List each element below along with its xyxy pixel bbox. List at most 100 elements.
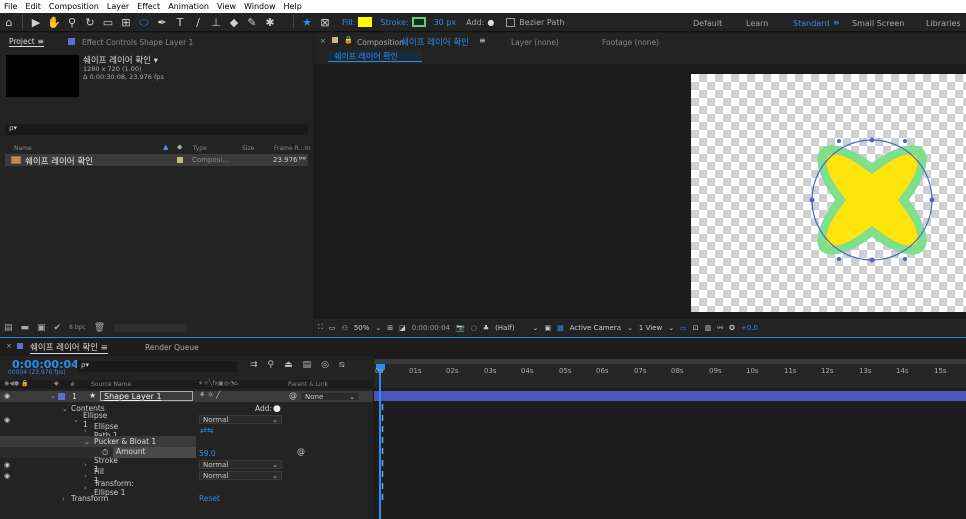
- av-switches-icons[interactable]: ◉◀● 🔒: [4, 380, 28, 387]
- fill-swatch[interactable]: [358, 17, 373, 27]
- expression-pickwhip-icon[interactable]: @: [297, 447, 305, 456]
- add-circle-icon[interactable]: ●: [487, 18, 494, 27]
- eye-icon[interactable]: ◉: [4, 392, 10, 400]
- expand-chevron-icon[interactable]: ⌄: [62, 405, 68, 413]
- parent-pickwhip-icon[interactable]: @: [289, 391, 297, 400]
- 3d-renderer-icon[interactable]: ⊡: [693, 324, 699, 332]
- draft-3d-icon[interactable]: ⚲: [268, 360, 275, 370]
- pan-behind-tool-icon[interactable]: ⊞: [117, 13, 135, 32]
- motion-blur-icon[interactable]: ◎: [321, 360, 329, 370]
- stroke-width-value[interactable]: 30 px: [434, 18, 457, 27]
- workspace-small-screen[interactable]: Small Screen: [852, 19, 904, 28]
- pen-tool-icon[interactable]: ✒: [153, 13, 171, 32]
- zoom-tool-icon[interactable]: ⚲: [63, 13, 81, 32]
- comp-mini-flowchart-icon[interactable]: ⇉: [250, 360, 258, 370]
- eye-icon[interactable]: ◉: [4, 416, 10, 424]
- composition-tab-label[interactable]: Composition: [357, 38, 404, 47]
- chevron-down-icon[interactable]: ⌄: [375, 324, 381, 332]
- fill-blend-mode-select[interactable]: Normal ⌄: [199, 471, 282, 480]
- workspace-menu-icon[interactable]: ≡: [833, 18, 840, 27]
- resolution-select[interactable]: (Half): [495, 324, 514, 332]
- expand-chevron-icon[interactable]: ›: [84, 472, 87, 480]
- workspace-learn[interactable]: Learn: [746, 19, 768, 28]
- expand-chevron-icon[interactable]: ⌄: [73, 416, 79, 424]
- close-timeline-tab-icon[interactable]: ×: [6, 342, 12, 350]
- keyframe-marker[interactable]: I: [381, 447, 384, 456]
- amount-value[interactable]: 59.0: [199, 449, 216, 458]
- stroke-swatch[interactable]: [411, 17, 426, 27]
- bezier-checkbox[interactable]: [506, 17, 516, 27]
- mask-visibility-icon[interactable]: ⚇: [342, 324, 348, 332]
- ellipse-blend-mode-select[interactable]: Normal ⌄: [199, 415, 282, 424]
- timeline-graph[interactable]: [374, 356, 966, 519]
- flowchart-icon[interactable]: ⚯: [299, 154, 306, 163]
- show-snapshot-icon[interactable]: ◌: [471, 324, 477, 332]
- col-type[interactable]: Type: [193, 145, 207, 152]
- reset-link[interactable]: Reset: [199, 494, 220, 503]
- chevron-down-icon[interactable]: ⌄: [668, 324, 674, 332]
- layer-duration-bar[interactable]: [374, 391, 966, 401]
- camera-tool-icon[interactable]: ▭: [99, 13, 117, 32]
- keyframe-marker[interactable]: I: [381, 459, 384, 468]
- color-channel-icon[interactable]: ♣: [483, 324, 489, 332]
- thumbnail-size-slider[interactable]: [113, 323, 189, 332]
- col-size[interactable]: Size: [242, 145, 254, 152]
- reset-exposure-icon[interactable]: ✪: [729, 324, 735, 332]
- timeline-icon[interactable]: ▥: [705, 324, 712, 332]
- expand-chevron-icon[interactable]: ⌄: [50, 392, 56, 400]
- eye-icon[interactable]: ◉: [4, 461, 10, 469]
- timeline-tab[interactable]: 쉐이프 레이어 확인 ≡: [30, 341, 108, 354]
- col-in[interactable]: In: [305, 145, 311, 152]
- chevron-down-icon[interactable]: ⌄: [533, 324, 539, 332]
- switches-header-icons[interactable]: ⚘☼╲fx▣◎◔⌂: [198, 380, 238, 387]
- new-comp-icon[interactable]: ▣: [37, 323, 46, 333]
- menu-view[interactable]: View: [217, 2, 236, 11]
- expand-chevron-icon[interactable]: ›: [84, 427, 87, 435]
- always-preview-icon[interactable]: ⛶: [318, 323, 323, 332]
- label-tag-icon[interactable]: ◆: [177, 143, 182, 151]
- menu-window[interactable]: Window: [244, 2, 276, 11]
- keyframe-marker[interactable]: I: [381, 436, 384, 445]
- chevron-down-icon[interactable]: ⌄: [627, 324, 633, 332]
- layer-row[interactable]: ◉ ⌄ 1 ★ Shape Layer 1 ⚘ ☼ ╱ @ None ⌄: [0, 391, 373, 402]
- stroke-label[interactable]: Stroke:: [380, 18, 408, 27]
- exposure-value[interactable]: +0.0: [741, 324, 758, 332]
- type-tool-icon[interactable]: T: [171, 13, 189, 32]
- render-queue-tab[interactable]: Render Queue: [145, 343, 199, 352]
- toggle-pixel-aspect-icon[interactable]: ▭: [680, 324, 687, 332]
- eye-icon[interactable]: ◉: [4, 472, 10, 480]
- add-circle-icon[interactable]: ●: [273, 404, 281, 414]
- sort-up-icon[interactable]: ▲: [163, 143, 168, 151]
- comp-viewer-canvas[interactable]: [691, 74, 966, 312]
- expand-chevron-icon[interactable]: ›: [62, 495, 65, 503]
- close-tab-icon[interactable]: ×: [320, 37, 326, 45]
- adjust-icon[interactable]: ✔: [54, 323, 62, 333]
- snapping-icon[interactable]: ⊠: [316, 13, 334, 32]
- project-item-row[interactable]: 쉐이프 레이어 확인 Composi... 23.976 ⚯: [5, 154, 308, 167]
- project-tab[interactable]: Project ≡: [9, 37, 44, 47]
- lock-icon[interactable]: 🔒: [344, 36, 353, 44]
- menu-composition[interactable]: Composition: [49, 2, 99, 11]
- timeline-search-input[interactable]: ρ▾: [77, 361, 237, 372]
- interpret-footage-icon[interactable]: ▤: [4, 323, 13, 333]
- project-search-input[interactable]: ρ▾: [5, 124, 308, 135]
- path-direction-icon[interactable]: ⇄⇆: [200, 426, 213, 435]
- fast-preview-icon[interactable]: ▣: [544, 324, 551, 332]
- clone-stamp-tool-icon[interactable]: ⊥: [207, 13, 225, 32]
- time-ruler[interactable]: [374, 364, 966, 388]
- graph-editor-icon[interactable]: ⧅: [339, 360, 345, 370]
- selection-tool-icon[interactable]: ▶: [27, 13, 45, 32]
- camera-select[interactable]: Active Camera: [570, 324, 621, 332]
- menu-effect[interactable]: Effect: [137, 2, 160, 11]
- footage-tab[interactable]: Footage (none): [602, 38, 659, 47]
- parent-select[interactable]: None ⌄: [301, 392, 359, 401]
- brush-tool-icon[interactable]: ∕: [189, 13, 207, 32]
- shape-layer-artwork[interactable]: [691, 74, 966, 312]
- roto-brush-tool-icon[interactable]: ✎: [243, 13, 261, 32]
- col-name[interactable]: Name: [14, 145, 32, 152]
- expand-chevron-icon[interactable]: ›: [84, 484, 87, 492]
- keyframe-marker[interactable]: I: [381, 403, 384, 412]
- effect-controls-tab[interactable]: Effect Controls Shape Layer 1: [82, 38, 193, 47]
- workspace-standard[interactable]: Standard: [793, 19, 829, 28]
- hand-tool-icon[interactable]: ✋: [45, 13, 63, 32]
